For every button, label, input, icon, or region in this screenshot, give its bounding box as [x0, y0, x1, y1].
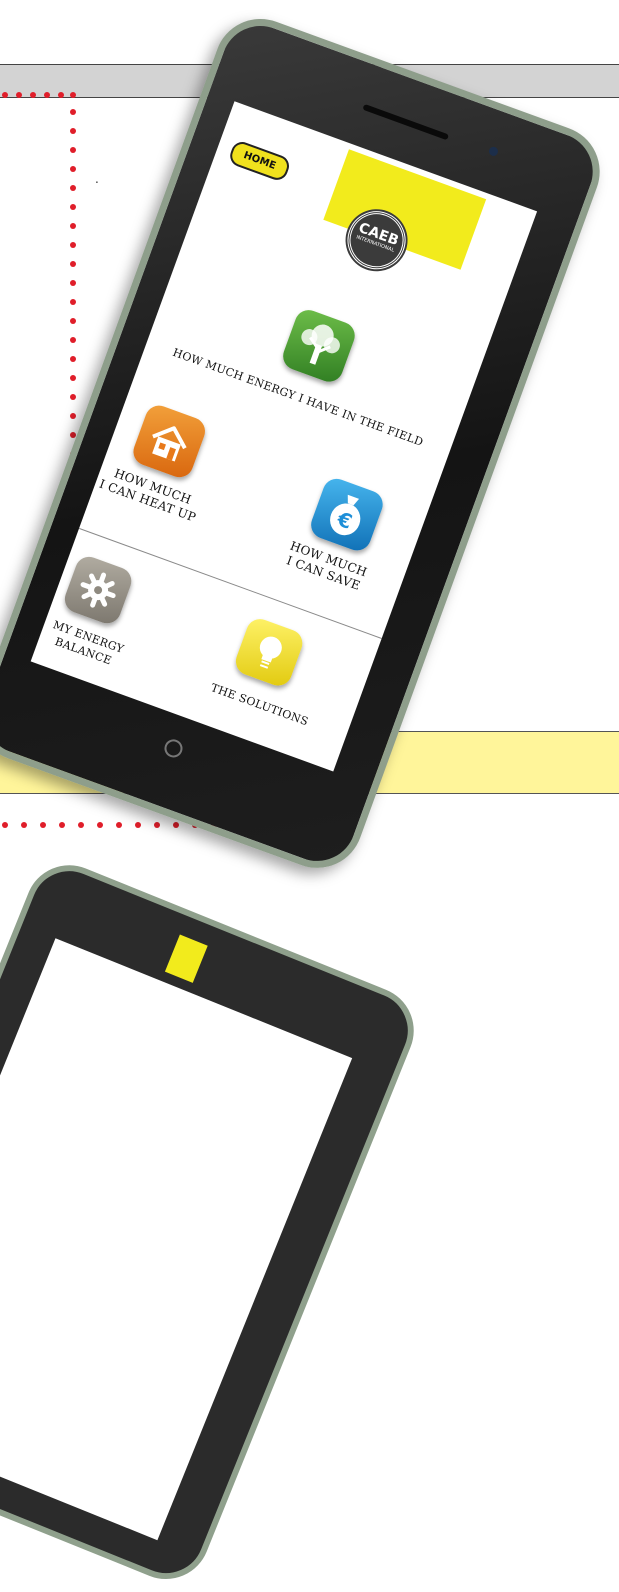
home-button[interactable]: HOME: [227, 138, 293, 183]
secondary-phone-screen: [0, 938, 353, 1541]
secondary-phone: [0, 852, 427, 1592]
gear-icon: [80, 572, 116, 608]
phone-speaker: [362, 103, 450, 141]
energy-balance-button[interactable]: [60, 552, 136, 628]
energy-balance-label: MY ENERGY BALANCE: [51, 618, 126, 668]
save-button[interactable]: €: [307, 474, 387, 555]
money-bag-euro-icon: €: [330, 494, 361, 536]
solutions-label: THE SOLUTIONS: [209, 681, 311, 729]
dot-row-top: [2, 92, 76, 98]
heat-button[interactable]: [129, 401, 209, 482]
logo-background: [323, 149, 487, 270]
camera-icon: [487, 145, 500, 158]
lightbulb-icon: [259, 636, 282, 669]
solutions-button[interactable]: [231, 615, 307, 690]
house-icon: [152, 426, 187, 462]
tree-icon: [301, 324, 340, 365]
phone-home-button[interactable]: [161, 736, 186, 760]
field-energy-button[interactable]: [279, 306, 359, 386]
secondary-phone-yellow-block: [164, 934, 208, 983]
